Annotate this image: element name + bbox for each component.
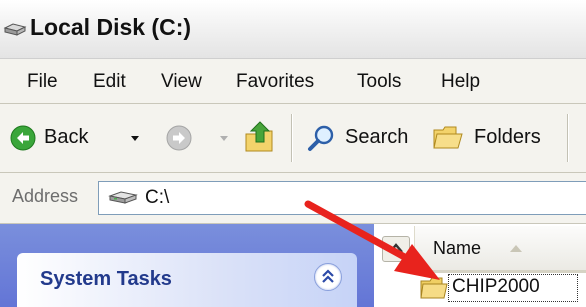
red-arrow-annotation (304, 200, 440, 280)
